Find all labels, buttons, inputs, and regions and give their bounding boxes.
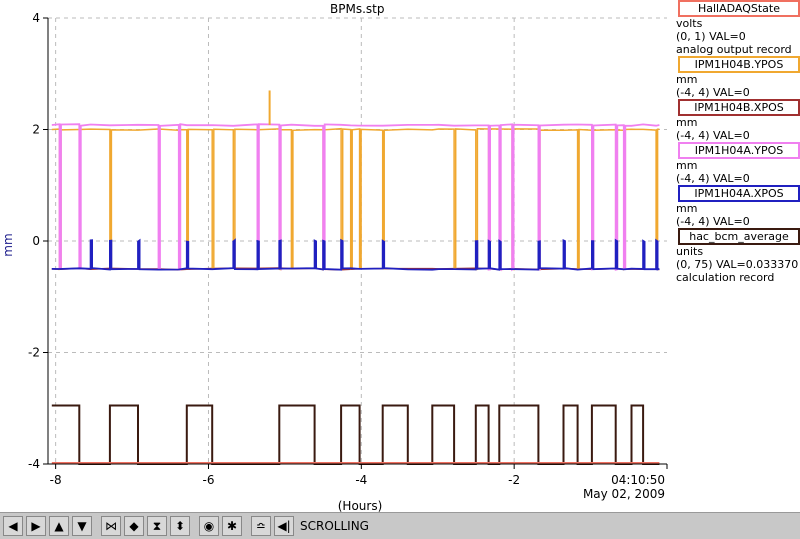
legend-detail: mm (676, 73, 698, 86)
x-tick-label: -4 (355, 473, 367, 487)
y-tick-label: 4 (32, 11, 40, 25)
legend-detail: mm (676, 202, 698, 215)
zoom-y-out-icon[interactable]: ⬍ (170, 516, 190, 536)
series-line-ipm1h04a-ypos (51, 123, 660, 272)
legend-entry: hac_bcm_average units (0, 75) VAL=0.033370… (676, 228, 800, 284)
arrow-right-icon[interactable]: ▶ (26, 516, 46, 536)
end-time-label: 04:10:50 (611, 473, 665, 487)
series-line-hac-bcm-average (51, 404, 660, 465)
x-tick-label: -8 (50, 473, 62, 487)
legend-detail: units (676, 245, 704, 258)
legend-entry: IPM1H04A.XPOS mm (-4, 4) VAL=0 (676, 185, 800, 228)
toolbar: ◀ ▶ ▲ ▼ ⋈ ◆ ⧗ ⬍ ◉ ✱ ≏ ◀| SCROLLING (0, 512, 800, 539)
legend-detail: (-4, 4) VAL=0 (676, 172, 750, 185)
legend-detail: (-4, 4) VAL=0 (676, 129, 750, 142)
legend-series-name[interactable]: IPM1H04B.YPOS (678, 56, 800, 73)
status-text: SCROLLING (300, 519, 369, 533)
legend-detail: calculation record (676, 271, 775, 284)
y-tick-label: 0 (32, 234, 40, 248)
fit-icon[interactable]: ≏ (251, 516, 271, 536)
legend-entry: IPM1H04B.XPOS mm (-4, 4) VAL=0 (676, 99, 800, 142)
series-line-ipm1h04b-ypos (51, 127, 660, 271)
end-date-label: May 02, 2009 (583, 487, 665, 501)
legend-series-name[interactable]: IPM1H04A.YPOS (678, 142, 800, 159)
zoom-x-in-icon[interactable]: ⋈ (101, 516, 121, 536)
x-axis-label: (Hours) (338, 499, 383, 512)
chart-title: BPMs.stp (330, 2, 385, 16)
legend-detail: volts (676, 17, 703, 30)
x-tick-label: -6 (202, 473, 214, 487)
reset-icon[interactable]: ◉ (199, 516, 219, 536)
legend-entry: HallADAQState volts (0, 1) VAL=0 analog out… (676, 0, 800, 56)
legend-detail: (0, 75) VAL=0.033370 (676, 258, 799, 271)
y-axis-label: mm (1, 233, 15, 256)
legend-series-name[interactable]: hac_bcm_average (678, 228, 800, 245)
x-tick-label: -2 (508, 473, 520, 487)
legend-detail: (-4, 4) VAL=0 (676, 86, 750, 99)
config-icon[interactable]: ✱ (222, 516, 242, 536)
legend-entry: IPM1H04B.YPOS mm (-4, 4) VAL=0 (676, 56, 800, 99)
legend-entry: IPM1H04A.YPOS mm (-4, 4) VAL=0 (676, 142, 800, 185)
legend-series-name[interactable]: IPM1H04A.XPOS (678, 185, 800, 202)
legend-detail: (-4, 4) VAL=0 (676, 215, 750, 228)
arrow-left-icon[interactable]: ◀ (3, 516, 23, 536)
legend-detail: (0, 1) VAL=0 (676, 30, 746, 43)
legend-detail: mm (676, 116, 698, 129)
legend: HallADAQState volts (0, 1) VAL=0 analog out… (676, 0, 800, 284)
legend-series-name[interactable]: IPM1H04B.XPOS (678, 99, 800, 116)
legend-detail: mm (676, 159, 698, 172)
y-tick-label: 2 (32, 123, 40, 137)
y-tick-label: -2 (28, 346, 40, 360)
series-line-ipm1h04a-xpos (51, 238, 660, 271)
arrow-up-icon[interactable]: ▲ (49, 516, 69, 536)
arrow-down-icon[interactable]: ▼ (72, 516, 92, 536)
end-icon[interactable]: ◀| (274, 516, 294, 536)
zoom-y-in-icon[interactable]: ⧗ (147, 516, 167, 536)
y-tick-label: -4 (28, 457, 40, 471)
zoom-x-out-icon[interactable]: ◆ (124, 516, 144, 536)
legend-series-name[interactable]: HallADAQState (678, 0, 800, 17)
legend-detail: analog output record (676, 43, 792, 56)
